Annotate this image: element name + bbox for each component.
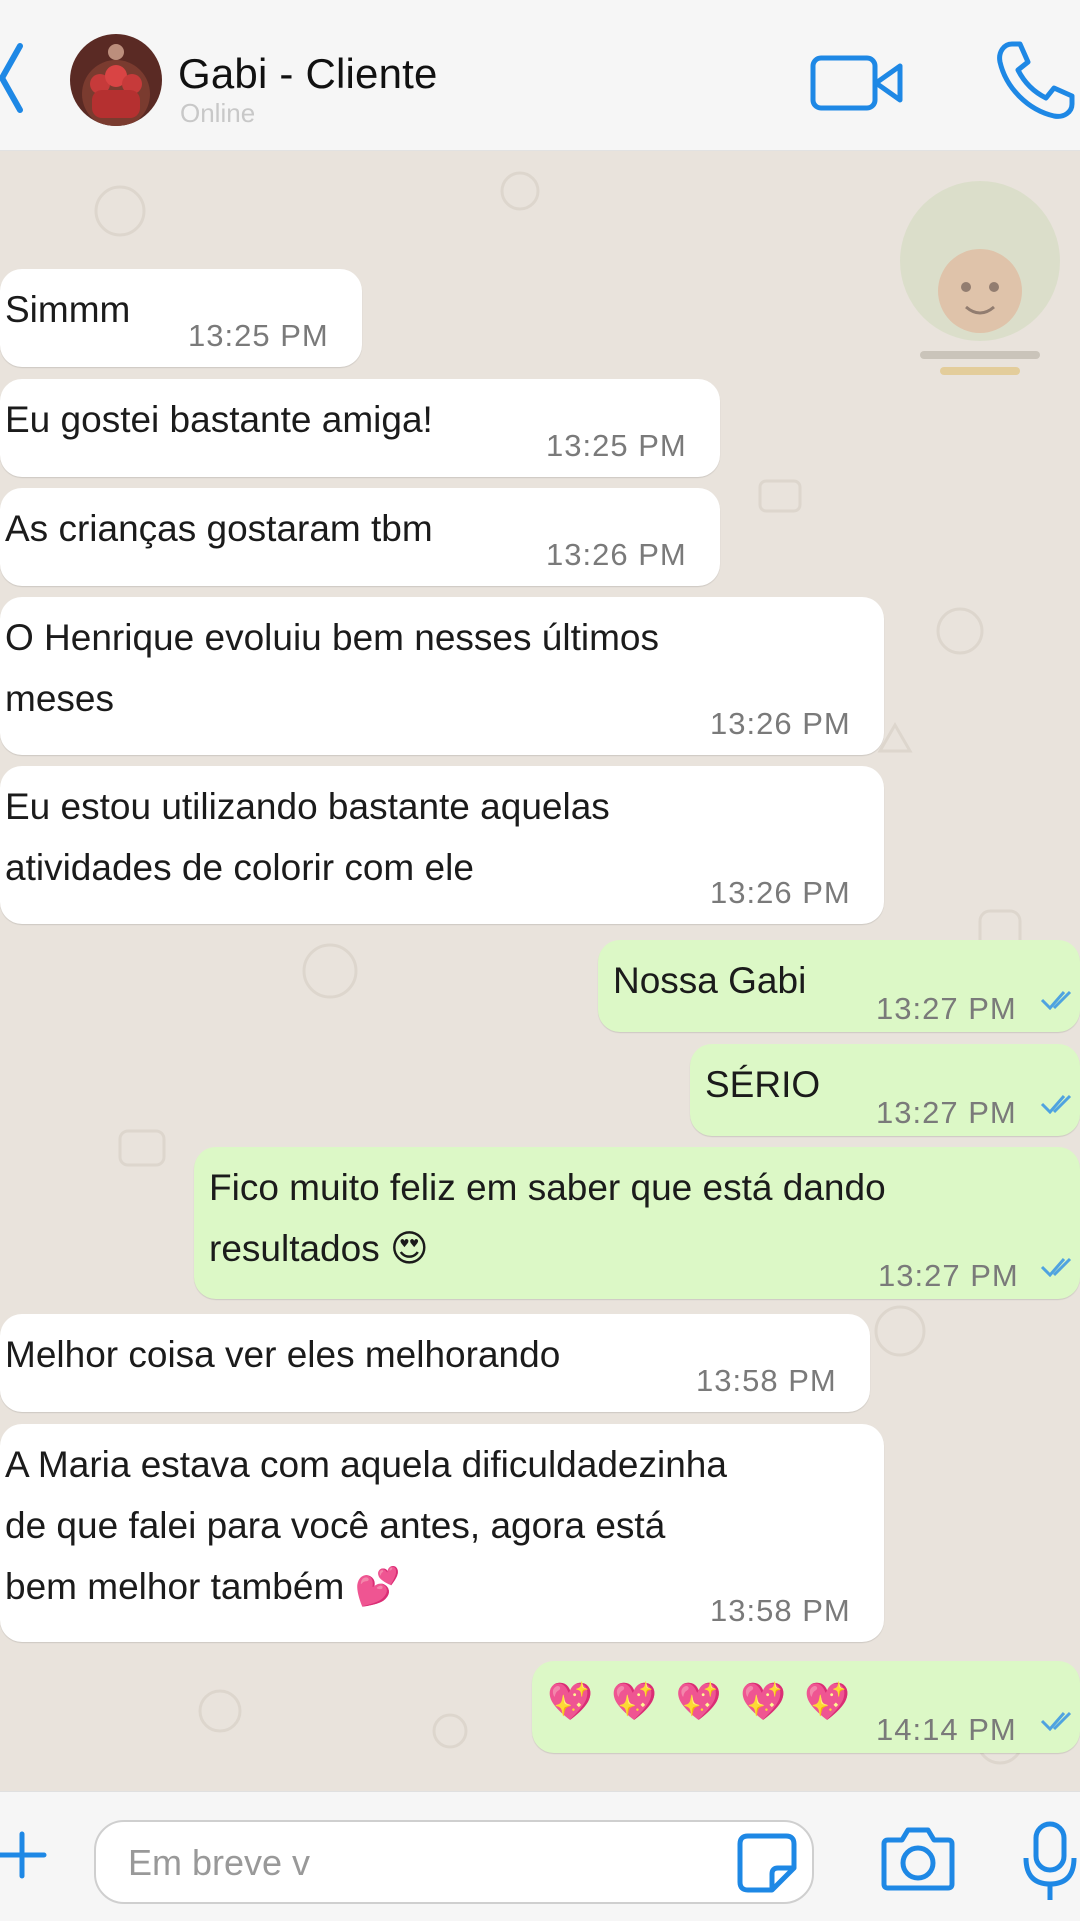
message-time: 13:27 PM: [876, 1095, 1017, 1130]
message-incoming[interactable]: O Henrique evoluiu bem nesses últimos me…: [0, 597, 884, 755]
message-text: Melhor coisa ver eles melhorando: [5, 1334, 561, 1375]
message-line: bem melhor também 💕: [5, 1566, 401, 1607]
message-line: resultados 😍: [209, 1228, 429, 1269]
message-incoming[interactable]: Eu estou utilizando bastante aquelas ati…: [0, 766, 884, 924]
message-input-bar: [0, 1791, 1080, 1921]
message-time: 14:14 PM: [876, 1712, 1017, 1747]
message-text: Simmm: [5, 289, 131, 330]
message-incoming[interactable]: Melhor coisa ver eles melhorando 13:58 P…: [0, 1314, 870, 1412]
attach-button[interactable]: [0, 1830, 50, 1880]
message-outgoing[interactable]: Nossa Gabi 13:27 PM: [598, 940, 1080, 1032]
message-outgoing[interactable]: Fico muito feliz em saber que está dando…: [194, 1147, 1080, 1299]
avatar[interactable]: [70, 34, 162, 126]
message-outgoing[interactable]: 💖 💖 💖 💖 💖 14:14 PM: [532, 1661, 1080, 1753]
message-outgoing[interactable]: SÉRIO 13:27 PM: [690, 1044, 1080, 1136]
microphone-icon: [1023, 1821, 1077, 1900]
double-check-icon: [1040, 1257, 1072, 1277]
message-time: 13:25 PM: [546, 428, 687, 463]
double-check-icon: [1040, 1094, 1072, 1114]
message-text: Fico muito feliz em saber que está dando…: [209, 1157, 886, 1279]
video-call-button[interactable]: [810, 48, 906, 118]
avatar-image: [70, 34, 162, 126]
message-line: Eu estou utilizando bastante aquelas: [5, 786, 610, 827]
message-text: A Maria estava com aquela dificuldadezin…: [5, 1434, 727, 1617]
microphone-button[interactable]: [1020, 1820, 1080, 1904]
message-incoming[interactable]: Simmm 13:25 PM: [0, 269, 362, 367]
message-line: O Henrique evoluiu bem nesses últimos: [5, 617, 659, 658]
back-button[interactable]: [0, 40, 24, 116]
double-check-icon: [1040, 990, 1072, 1010]
camera-icon: [881, 1827, 955, 1891]
phone-icon: [997, 41, 1075, 119]
message-incoming[interactable]: Eu gostei bastante amiga! 13:25 PM: [0, 379, 720, 477]
sticker-icon: [737, 1833, 797, 1893]
contact-name: Gabi - Cliente: [178, 50, 438, 97]
message-line: atividades de colorir com ele: [5, 847, 474, 888]
message-time: 13:27 PM: [876, 991, 1017, 1026]
message-time: 13:27 PM: [878, 1258, 1019, 1293]
message-time: 13:25 PM: [188, 318, 329, 353]
message-incoming[interactable]: As crianças gostaram tbm 13:26 PM: [0, 488, 720, 586]
message-input[interactable]: [126, 1834, 690, 1892]
contact-status: Online: [180, 98, 256, 128]
message-text: O Henrique evoluiu bem nesses últimos me…: [5, 607, 659, 729]
message-time: 13:26 PM: [710, 875, 851, 910]
message-line: de que falei para você antes, agora está: [5, 1505, 666, 1546]
message-line: meses: [5, 678, 114, 719]
message-text: Eu gostei bastante amiga!: [5, 399, 433, 440]
chat-area[interactable]: Simmm 13:25 PM Eu gostei bastante amiga!…: [0, 151, 1080, 1791]
message-text: Eu estou utilizando bastante aquelas ati…: [5, 776, 610, 898]
message-line: A Maria estava com aquela dificuldadezin…: [5, 1444, 727, 1485]
double-check-icon: [1040, 1711, 1072, 1731]
logo-watermark: [900, 181, 1060, 375]
sticker-button[interactable]: [736, 1832, 798, 1894]
message-field[interactable]: [94, 1820, 814, 1904]
message-incoming[interactable]: A Maria estava com aquela dificuldadezin…: [0, 1424, 884, 1642]
chevron-left-icon: [0, 43, 23, 113]
message-line: Fico muito feliz em saber que está dando: [209, 1167, 886, 1208]
message-text: Nossa Gabi: [613, 960, 807, 1001]
message-text: 💖 💖 💖 💖 💖: [547, 1681, 855, 1722]
chat-header: Gabi - Cliente Online: [0, 0, 1080, 151]
message-text: As crianças gostaram tbm: [5, 508, 433, 549]
message-time: 13:58 PM: [696, 1363, 837, 1398]
message-time: 13:26 PM: [710, 706, 851, 741]
message-time: 13:26 PM: [546, 537, 687, 572]
video-camera-icon: [810, 55, 903, 111]
voice-call-button[interactable]: [990, 36, 1080, 126]
message-time: 13:58 PM: [710, 1593, 851, 1628]
plus-icon: [0, 1831, 47, 1879]
camera-button[interactable]: [880, 1824, 956, 1892]
message-text: SÉRIO: [705, 1064, 821, 1105]
